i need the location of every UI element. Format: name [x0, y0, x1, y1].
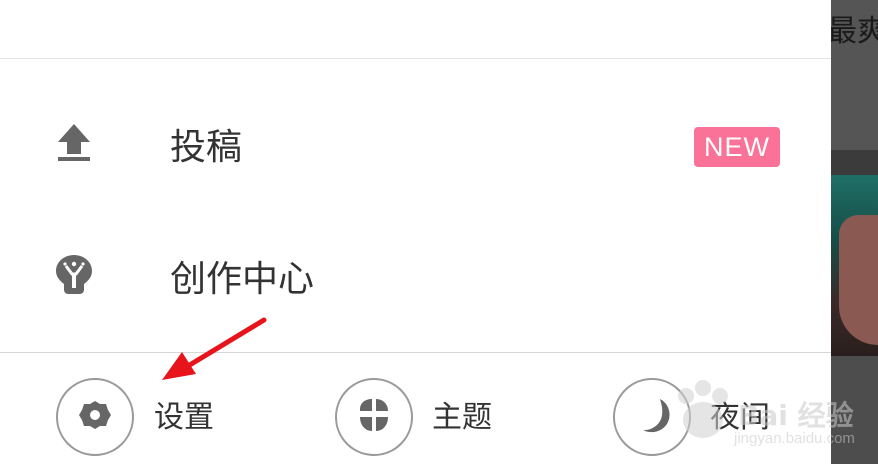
watermark-subtext: jingyan.baidu.com — [734, 430, 855, 447]
watermark-text: Bai 经验 — [738, 399, 854, 432]
menu-item-label: 创作中心 — [170, 259, 315, 300]
gear-icon — [75, 395, 115, 439]
upload-icon — [52, 120, 96, 164]
theme-button[interactable]: 主题 — [335, 378, 535, 460]
peek-thumbnail — [831, 175, 878, 356]
settings-label: 设置 — [154, 400, 214, 435]
peek-text: 最爽 — [831, 14, 878, 49]
lightbulb-icon — [52, 252, 96, 296]
theme-icon — [354, 395, 394, 439]
menu-item-label: 投稿 — [170, 127, 243, 168]
peek-header: 最爽 — [831, 0, 878, 150]
settings-circle — [56, 378, 134, 456]
settings-button[interactable]: 设置 — [56, 378, 256, 460]
peek-strip — [831, 150, 878, 175]
divider — [0, 58, 831, 59]
theme-circle — [335, 378, 413, 456]
watermark: Bai 经验 jingyan.baidu.com — [668, 372, 878, 464]
new-badge: NEW — [694, 127, 780, 167]
theme-label: 主题 — [432, 400, 492, 435]
menu-item-creator-center[interactable]: 创作中心 — [0, 228, 831, 328]
divider — [0, 352, 831, 353]
